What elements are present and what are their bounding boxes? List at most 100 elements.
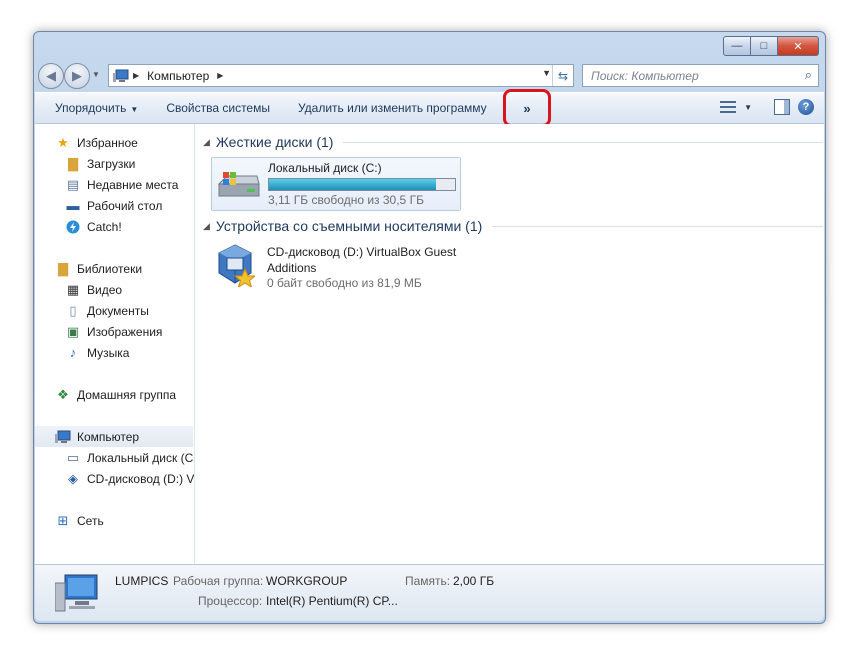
music-icon: ♪ (69, 345, 77, 360)
group-divider (343, 141, 823, 143)
sidebar-item-label: Компьютер (77, 429, 140, 444)
sidebar-item-network[interactable]: ⊞ Сеть (55, 510, 104, 531)
recent-places-icon: ▤ (66, 176, 80, 192)
sidebar-item-music[interactable]: ♪ Музыка (65, 342, 130, 363)
change-view-icon[interactable] (720, 100, 737, 114)
sidebar-item-homegroup[interactable]: ❖ Домашняя группа (55, 384, 176, 405)
sidebar-item-recent[interactable]: ▤ Недавние места (65, 174, 179, 195)
memory-label: Память: (405, 574, 451, 588)
network-icon: ⊞ (57, 512, 69, 528)
sidebar-item-catch[interactable]: Catch! (65, 216, 122, 237)
group-header-removable[interactable]: ◢ Устройства со съемными носителями (1) (203, 216, 823, 236)
images-icon: ▣ (66, 323, 80, 339)
command-bar: Упорядочить ▼ Свойства системы Удалить ил… (35, 89, 824, 127)
sidebar-item-cd-drive[interactable]: ◈ CD-дисковод (D:) Vi (65, 468, 195, 489)
sidebar-item-label: Изображения (87, 324, 163, 339)
sidebar-item-favorites[interactable]: ★ Избранное (55, 132, 138, 153)
video-icon: ▦ (66, 281, 80, 297)
sidebar-item-label: Библиотеки (77, 261, 143, 276)
sidebar-item-local-disk[interactable]: ▭ Локальный диск (C (65, 447, 193, 468)
back-arrow-icon: ◀ (46, 68, 56, 83)
window-controls: — □ ✕ (723, 36, 819, 56)
sidebar-item-label: Недавние места (87, 177, 179, 192)
virtualbox-cd-icon: ◈ (68, 470, 78, 486)
drive-free-space: 0 байт свободно из 81,9 МБ (267, 276, 422, 290)
search-input[interactable]: Поиск: Компьютер ⌕ (582, 64, 819, 87)
computer-icon (55, 429, 71, 445)
address-dropdown-icon[interactable]: ▼ (542, 68, 551, 78)
forward-button[interactable]: ▶ (64, 63, 90, 89)
address-path[interactable]: Компьютер (147, 69, 209, 83)
details-pane: LUMPICS Рабочая группа: WORKGROUP Память… (35, 564, 824, 621)
drive-tile-d[interactable]: CD-дисковод (D:) VirtualBox Guest Additi… (211, 239, 511, 299)
sidebar-item-label: Документы (87, 303, 149, 318)
chevron-down-icon: ▼ (130, 105, 139, 114)
drive-free-space: 3,11 ГБ свободно из 30,5 ГБ (268, 193, 424, 207)
sidebar-item-images[interactable]: ▣ Изображения (65, 321, 163, 342)
drive-usage-fill (269, 179, 437, 190)
catch-lightning-icon (65, 219, 81, 235)
sidebar-item-label: Локальный диск (C (87, 450, 194, 465)
system-properties-button[interactable]: Свойства системы (152, 101, 284, 115)
maximize-button[interactable]: □ (751, 36, 778, 56)
group-title: Устройства со съемными носителями (1) (215, 218, 483, 234)
organize-button[interactable]: Упорядочить ▼ (35, 101, 152, 115)
memory-value: 2,00 ГБ (453, 574, 495, 588)
search-placeholder: Поиск: Компьютер (591, 68, 699, 83)
sidebar-item-label: Рабочий стол (87, 198, 163, 213)
refresh-icon: ⇆ (557, 68, 569, 83)
drive-name: Локальный диск (C:) (268, 161, 382, 175)
forward-arrow-icon: ▶ (72, 68, 82, 83)
homegroup-icon: ❖ (57, 386, 69, 402)
uninstall-program-button[interactable]: Удалить или изменить программу (284, 101, 501, 115)
organize-label: Упорядочить (55, 101, 127, 115)
cpu-value: Intel(R) Pentium(R) CP... (266, 594, 398, 608)
computer-icon (113, 69, 129, 83)
refresh-button[interactable]: ⇆ (552, 65, 573, 86)
drive-tile-c[interactable]: Локальный диск (C:) 3,11 ГБ свободно из … (211, 157, 461, 211)
sidebar-item-video[interactable]: ▦ Видео (65, 279, 122, 300)
documents-icon: ▯ (69, 302, 77, 318)
breadcrumb-chevron-icon[interactable]: ▶ (217, 71, 223, 80)
collapse-triangle-icon[interactable]: ◢ (203, 221, 210, 232)
back-button[interactable]: ◀ (38, 63, 64, 89)
preview-pane-icon[interactable] (774, 99, 790, 115)
more-commands-label: » (523, 100, 531, 116)
address-bar[interactable]: ▶ Компьютер ▶ ▼ ⇆ (108, 64, 574, 87)
close-button[interactable]: ✕ (778, 36, 819, 56)
sidebar-item-documents[interactable]: ▯ Документы (65, 300, 149, 321)
sidebar-item-computer[interactable]: Компьютер (35, 426, 193, 447)
libraries-icon: ▇ (58, 260, 68, 276)
hard-drive-icon: ▭ (66, 449, 80, 465)
recent-pages-dropdown-icon[interactable]: ▼ (92, 70, 100, 79)
content-area: ★ Избранное ▇ Загрузки ▤ Недавние места ▬ Ра… (35, 124, 824, 564)
drive-name: CD-дисковод (D:) VirtualBox Guest Additi… (267, 245, 457, 275)
navigation-bar: ◀ ▶ ▼ ▶ Компьютер ▶ ▼ ⇆ Поиск: Компьютер… (38, 60, 819, 90)
group-header-hard-drives[interactable]: ◢ Жесткие диски (1) (203, 132, 823, 152)
drive-usage-bar (268, 178, 456, 191)
sidebar-item-downloads[interactable]: ▇ Загрузки (65, 153, 135, 174)
breadcrumb-separator-icon[interactable]: ▶ (133, 71, 139, 80)
sidebar-item-libraries[interactable]: ▇ Библиотеки (55, 258, 142, 279)
hard-drive-windows-icon (217, 172, 260, 197)
toolbar-right-group: ▼ ? (720, 99, 814, 115)
search-icon[interactable]: ⌕ (805, 67, 812, 83)
minimize-button[interactable]: — (723, 36, 751, 56)
sidebar-item-label: CD-дисковод (D:) Vi (87, 471, 195, 486)
more-commands-button[interactable]: » (503, 89, 551, 127)
sidebar-item-label: Домашняя группа (77, 387, 177, 402)
sidebar-item-label: Catch! (87, 219, 122, 234)
sidebar-item-desktop[interactable]: ▬ Рабочий стол (65, 195, 163, 216)
navigation-pane: ★ Избранное ▇ Загрузки ▤ Недавние места ▬ Ра… (35, 124, 195, 564)
explorer-window: — □ ✕ ◀ ▶ ▼ ▶ Компьютер ▶ ▼ ⇆ Поиск: Ком… (33, 31, 826, 624)
help-icon[interactable]: ? (798, 99, 814, 115)
group-title: Жесткие диски (1) (215, 134, 334, 150)
computer-large-icon (55, 574, 98, 612)
workgroup-label: Рабочая группа: (173, 574, 264, 588)
workgroup-value: WORKGROUP (266, 574, 348, 588)
desktop-icon: ▬ (66, 198, 80, 213)
collapse-triangle-icon[interactable]: ◢ (203, 137, 210, 148)
view-options-dropdown-icon[interactable]: ▼ (744, 103, 752, 112)
sidebar-item-label: Избранное (77, 135, 138, 150)
sidebar-item-label: Видео (87, 282, 123, 297)
